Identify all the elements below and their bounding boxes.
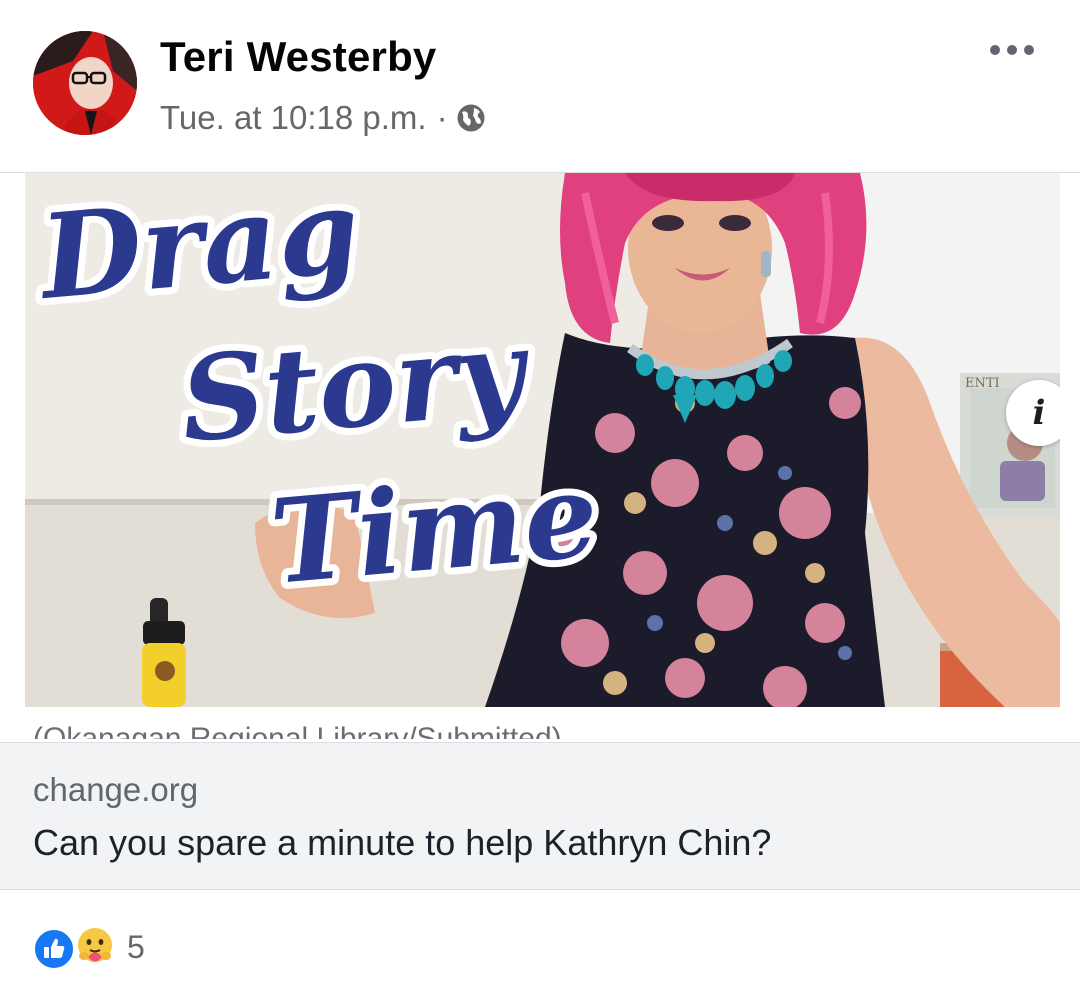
post-meta: Tue. at 10:18 p.m. · bbox=[160, 96, 486, 140]
more-dot bbox=[1024, 45, 1034, 55]
link-info[interactable]: change.org Can you spare a minute to hel… bbox=[0, 742, 1080, 889]
care-icon bbox=[74, 926, 116, 968]
image-caption: (Okanagan Regional Library/Submitted) bbox=[33, 722, 562, 739]
more-dot bbox=[1007, 45, 1017, 55]
reaction-icons bbox=[33, 926, 119, 970]
link-preview-card[interactable]: ENTI Drag Story Time i (Okanagan Regiona… bbox=[0, 172, 1080, 890]
more-options-icon[interactable] bbox=[990, 38, 1034, 62]
author-avatar[interactable] bbox=[33, 31, 137, 135]
link-domain: change.org bbox=[33, 771, 199, 808]
link-title[interactable]: Can you spare a minute to help Kathryn C… bbox=[33, 822, 771, 864]
post-header: Teri Westerby Tue. at 10:18 p.m. · bbox=[0, 0, 1080, 172]
post-timestamp[interactable]: Tue. at 10:18 p.m. bbox=[160, 99, 427, 137]
reaction-count: 5 bbox=[127, 928, 145, 965]
preview-image[interactable]: ENTI Drag Story Time i bbox=[25, 173, 1060, 707]
like-icon bbox=[33, 928, 75, 970]
more-dot bbox=[990, 45, 1000, 55]
svg-text:ENTI: ENTI bbox=[965, 376, 1000, 391]
globe-icon[interactable] bbox=[456, 103, 486, 133]
meta-separator: · bbox=[436, 99, 448, 136]
author-name[interactable]: Teri Westerby bbox=[160, 33, 436, 81]
logo-text-time: Time bbox=[266, 447, 604, 611]
reactions-summary[interactable]: 5 bbox=[33, 926, 145, 970]
